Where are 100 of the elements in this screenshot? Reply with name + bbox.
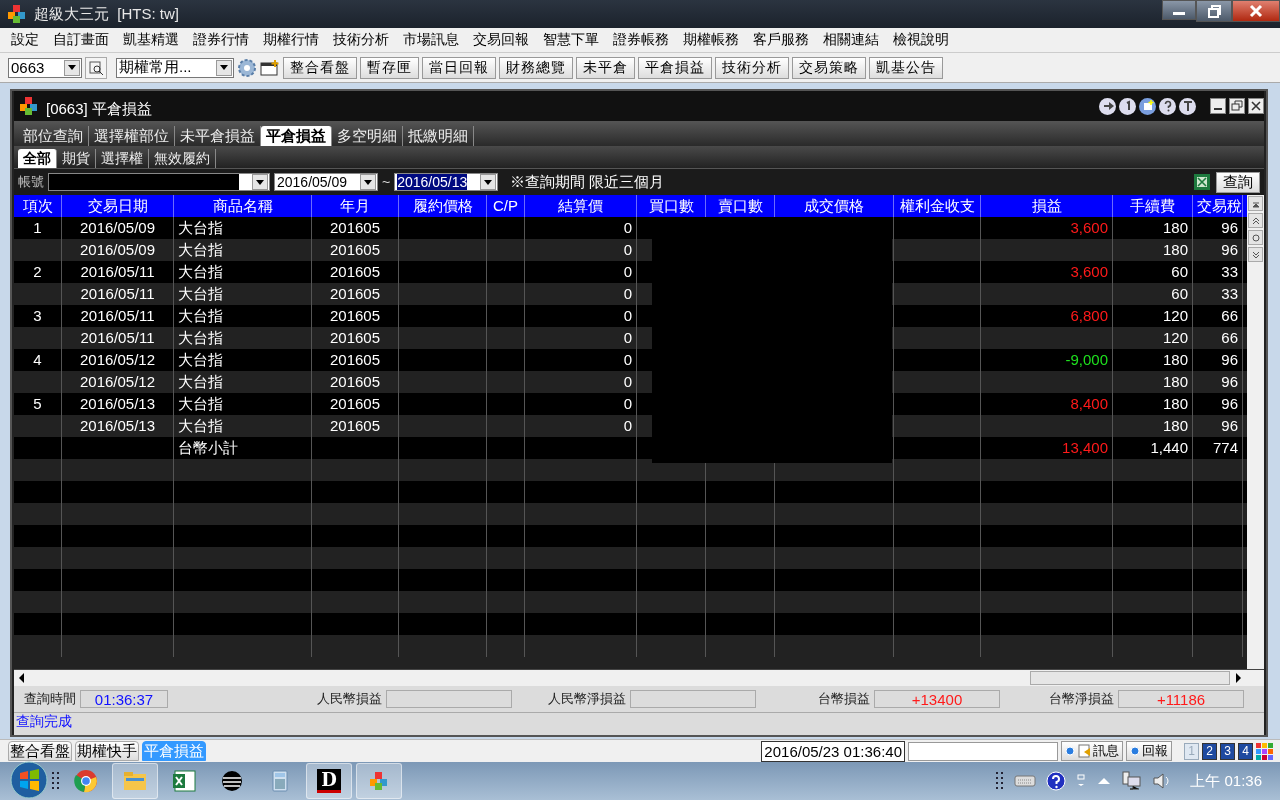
close-icon bbox=[1250, 100, 1262, 112]
minimize-button[interactable] bbox=[1210, 98, 1226, 114]
account-label: 帳號 bbox=[18, 173, 44, 191]
input-field[interactable] bbox=[908, 741, 1058, 761]
menu-item[interactable]: 期權行情 bbox=[256, 31, 326, 49]
menu-item[interactable]: 智慧下單 bbox=[536, 31, 606, 49]
restore-icon bbox=[1231, 100, 1243, 112]
settings-icon bbox=[237, 57, 257, 78]
help-icon bbox=[1046, 771, 1067, 791]
folder-icon bbox=[122, 769, 148, 793]
caret-icon bbox=[220, 65, 228, 70]
profit-loss-value: -9,000 bbox=[1065, 351, 1108, 368]
toolbar-button[interactable]: 未平倉 bbox=[576, 56, 635, 79]
tab[interactable]: 全部 bbox=[18, 149, 57, 168]
scroll-thumb[interactable] bbox=[1030, 671, 1230, 685]
summary-field: 01:36:37 bbox=[80, 690, 168, 708]
toolbar-button[interactable]: 整合看盤 bbox=[283, 56, 357, 79]
search-button[interactable] bbox=[85, 56, 107, 79]
export-button[interactable] bbox=[1099, 97, 1116, 115]
help-button[interactable] bbox=[1159, 97, 1176, 115]
status-button[interactable]: 回報 bbox=[1126, 741, 1172, 761]
windows-logo-icon bbox=[10, 760, 48, 799]
start-date-field[interactable]: 2016/05/09 bbox=[274, 173, 378, 191]
toolbar-button[interactable]: 平倉損益 bbox=[638, 56, 712, 79]
summary-label: 人民幣損益 bbox=[317, 690, 382, 708]
toolbar-button[interactable]: 凱基公告 bbox=[869, 56, 943, 79]
window-title: 超級大三元 [HTS: tw] bbox=[34, 4, 179, 24]
menu-item[interactable]: 證券帳務 bbox=[606, 31, 676, 49]
window-tab[interactable]: 整合看盤 bbox=[8, 741, 72, 761]
start-button[interactable] bbox=[10, 760, 48, 800]
status-button[interactable]: 訊息 bbox=[1061, 741, 1123, 761]
app-logo-icon bbox=[6, 4, 28, 24]
page-down-button[interactable] bbox=[1248, 247, 1263, 262]
scroll-top-button[interactable] bbox=[1248, 196, 1263, 211]
account-combo[interactable] bbox=[48, 173, 270, 191]
one-button[interactable] bbox=[1119, 97, 1136, 115]
show-hidden-icon bbox=[1096, 775, 1113, 787]
minimize-icon bbox=[1173, 12, 1185, 15]
profit-loss-value: 3,600 bbox=[1070, 219, 1108, 236]
export-icon bbox=[1101, 100, 1114, 112]
circle-icon bbox=[1250, 232, 1261, 243]
code-combo[interactable]: 0663 bbox=[8, 57, 82, 78]
swirl-icon bbox=[220, 769, 244, 793]
summary-label: 台幣損益 bbox=[818, 690, 870, 708]
dot-icon bbox=[1130, 746, 1140, 756]
taskbar-button[interactable] bbox=[112, 763, 158, 799]
taskbar-button[interactable] bbox=[356, 763, 402, 799]
preset-combo[interactable]: 期權常用... bbox=[116, 57, 234, 78]
tab[interactable]: 平倉損益 bbox=[261, 126, 332, 146]
grid-icon bbox=[1256, 742, 1273, 760]
menu-item[interactable]: 檢視說明 bbox=[886, 31, 956, 49]
double-up-icon bbox=[1250, 215, 1261, 226]
menu-item[interactable]: 市場訊息 bbox=[396, 31, 466, 49]
menu-item[interactable]: 期權帳務 bbox=[676, 31, 746, 49]
menu-item[interactable]: 技術分析 bbox=[326, 31, 396, 49]
menu-item[interactable]: 自訂畫面 bbox=[46, 31, 116, 49]
volume-icon bbox=[1152, 771, 1171, 791]
add-window-button[interactable] bbox=[1139, 97, 1156, 115]
menu-item[interactable]: 凱基精選 bbox=[116, 31, 186, 49]
text-button[interactable] bbox=[1179, 97, 1196, 115]
taskbar-button[interactable]: D bbox=[306, 763, 352, 799]
range-separator: ~ bbox=[382, 174, 391, 190]
end-date-field[interactable]: 2016/05/13 bbox=[394, 173, 499, 191]
page-up-button[interactable] bbox=[1248, 213, 1263, 228]
query-button[interactable]: 查詢 bbox=[1216, 171, 1260, 193]
page-button[interactable]: 3 bbox=[1220, 742, 1235, 760]
restore-button[interactable] bbox=[1196, 0, 1232, 22]
menu-item[interactable]: 交易回報 bbox=[466, 31, 536, 49]
minimize-icon bbox=[1214, 108, 1222, 110]
preset-value: 期權常用... bbox=[119, 58, 192, 77]
toolbar-button[interactable]: 財務總覽 bbox=[499, 56, 573, 79]
summary-field: +13400 bbox=[874, 690, 1000, 708]
new-window-icon bbox=[260, 58, 280, 77]
menu-item[interactable]: 證券行情 bbox=[186, 31, 256, 49]
page-button[interactable]: 4 bbox=[1238, 742, 1253, 760]
restore-button[interactable] bbox=[1229, 98, 1245, 114]
windows-icon bbox=[1076, 774, 1087, 788]
toolbar-button[interactable]: 暫存匣 bbox=[360, 56, 419, 79]
toolbar-button[interactable]: 當日回報 bbox=[422, 56, 496, 79]
spreadsheet-icon bbox=[1194, 174, 1210, 190]
search-icon bbox=[88, 59, 104, 76]
profit-loss-value: 3,600 bbox=[1070, 263, 1108, 280]
add-window-icon bbox=[1141, 100, 1154, 112]
page-button[interactable]: 2 bbox=[1202, 742, 1217, 760]
profit-loss-value: 13,400 bbox=[1062, 439, 1108, 456]
toolbar-button[interactable]: 交易策略 bbox=[792, 56, 866, 79]
panel-title: [0663] 平倉損益 bbox=[46, 99, 152, 119]
minimize-button[interactable] bbox=[1162, 0, 1196, 20]
toolbar-button[interactable]: 技術分析 bbox=[715, 56, 789, 79]
scroll-center-button[interactable] bbox=[1248, 230, 1263, 245]
restore-icon bbox=[1206, 3, 1222, 19]
close-button[interactable] bbox=[1248, 98, 1264, 114]
menu-item[interactable]: 相關連結 bbox=[816, 31, 886, 49]
grip-icon bbox=[996, 772, 1005, 790]
close-button[interactable] bbox=[1232, 0, 1280, 22]
profit-loss-value: 6,800 bbox=[1070, 307, 1108, 324]
window-tab[interactable]: 期權快手 bbox=[75, 741, 139, 761]
menu-item[interactable]: 客戶服務 bbox=[746, 31, 816, 49]
query-period-note: ※查詢期間 限近三個月 bbox=[510, 172, 665, 192]
menu-item[interactable]: 設定 bbox=[4, 31, 46, 49]
